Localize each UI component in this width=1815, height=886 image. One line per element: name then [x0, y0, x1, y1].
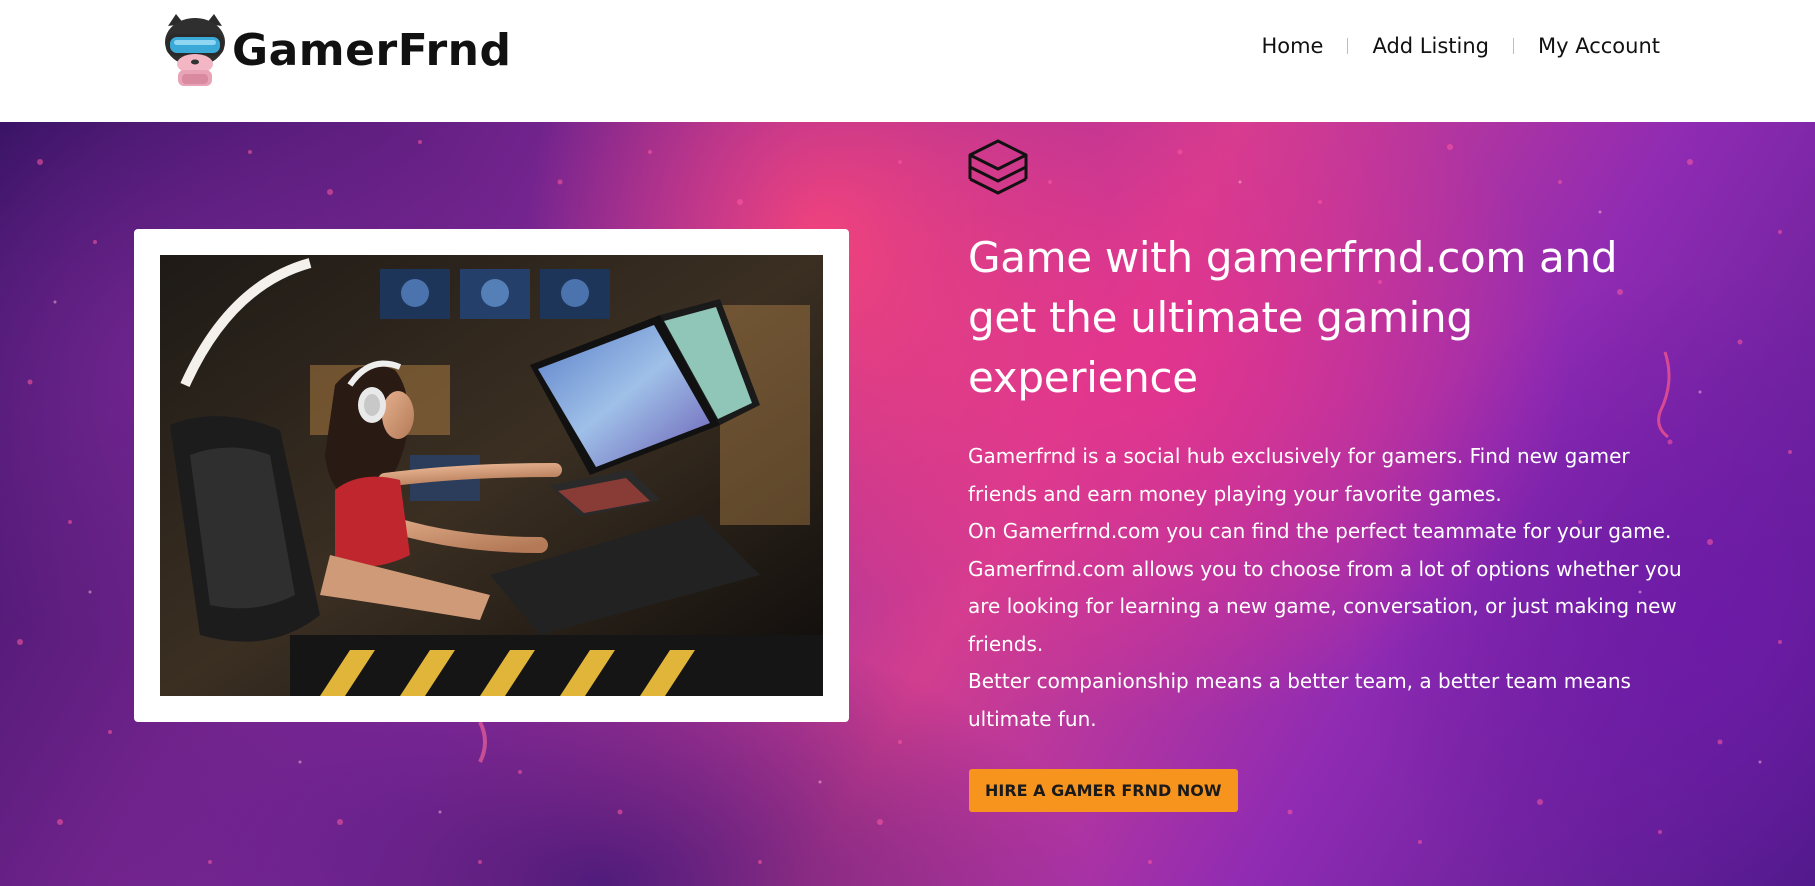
gamer-mascot-icon	[165, 14, 225, 86]
hero-paragraph: Gamerfrnd.com allows you to choose from …	[968, 556, 1682, 656]
layers-icon	[968, 139, 1028, 195]
nav-my-account[interactable]: My Account	[1538, 34, 1660, 58]
hero-section: Game with gamerfrnd.com and get the ulti…	[0, 122, 1815, 886]
hero-paragraph: Better companionship means a better team…	[968, 669, 1631, 731]
nav-home[interactable]: Home	[1261, 34, 1323, 58]
logo-text: GamerFrnd	[232, 24, 512, 76]
nav-divider	[1347, 38, 1349, 54]
hero-description: Gamerfrnd is a social hub exclusively fo…	[968, 438, 1688, 738]
nav-divider	[1512, 38, 1514, 54]
hero-paragraph: On Gamerfrnd.com you can find the perfec…	[968, 519, 1672, 543]
featured-photo-frame	[134, 229, 849, 722]
main-nav: Home Add Listing My Account	[1261, 34, 1660, 58]
gamer-girl-photo	[160, 255, 823, 696]
hire-gamer-button[interactable]: HIRE A GAMER FRND NOW	[969, 769, 1238, 812]
site-header: GamerFrnd Home Add Listing My Account	[0, 0, 1815, 122]
hero-content: Game with gamerfrnd.com and get the ulti…	[968, 228, 1688, 738]
site-logo[interactable]: GamerFrnd	[160, 12, 511, 88]
nav-add-listing[interactable]: Add Listing	[1372, 34, 1489, 58]
hero-paragraph: Gamerfrnd is a social hub exclusively fo…	[968, 444, 1630, 506]
hero-headline: Game with gamerfrnd.com and get the ulti…	[968, 233, 1618, 402]
